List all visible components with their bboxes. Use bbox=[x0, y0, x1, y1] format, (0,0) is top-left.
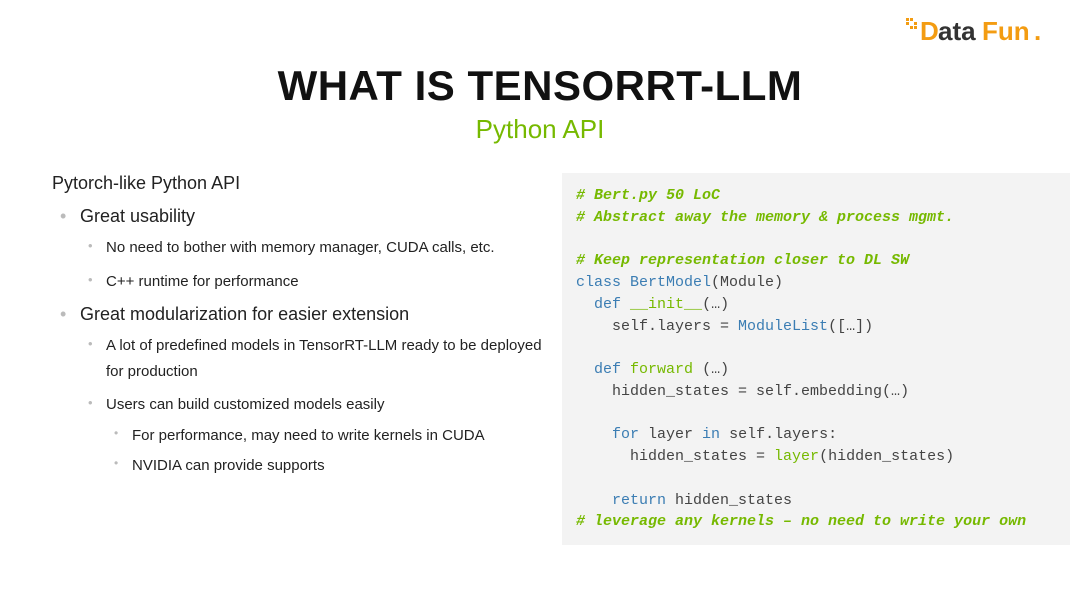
code-text: ([…]) bbox=[828, 318, 873, 335]
code-text: (Module) bbox=[711, 274, 783, 291]
code-comment: # Bert.py 50 LoC bbox=[576, 187, 720, 204]
slide-title: WHAT IS TENSORRT-LLM bbox=[0, 62, 1080, 110]
slide-subtitle: Python API bbox=[0, 114, 1080, 145]
svg-text:.: . bbox=[1034, 16, 1041, 46]
bullet-text: Great modularization for easier extensio… bbox=[80, 304, 409, 324]
bullet-text: Great usability bbox=[80, 206, 195, 226]
body: Pytorch-like Python API Great usability … bbox=[0, 145, 1080, 545]
bullet-lvl2: A lot of predefined models in TensorRT-L… bbox=[80, 333, 544, 384]
svg-text:D: D bbox=[920, 16, 939, 46]
code-keyword: for bbox=[612, 426, 639, 443]
bullet-text: No need to bother with memory manager, C… bbox=[106, 239, 495, 256]
code-keyword: in bbox=[702, 426, 720, 443]
bullet-lvl2: No need to bother with memory manager, C… bbox=[80, 235, 544, 261]
logo-datafun: D ata Fun . bbox=[906, 14, 1056, 48]
bullet-text: A lot of predefined models in TensorRT-L… bbox=[106, 337, 542, 380]
code-text: (hidden_states) bbox=[819, 448, 954, 465]
svg-text:ata: ata bbox=[938, 16, 976, 46]
code-text: (…) bbox=[702, 296, 729, 313]
code-text: self.layers: bbox=[720, 426, 837, 443]
code-comment: # Abstract away the memory & process mgm… bbox=[576, 209, 954, 226]
code-keyword: return bbox=[612, 492, 666, 509]
slide: D ata Fun . WHAT IS TENSORRT-LLM Python … bbox=[0, 0, 1080, 608]
code-fn: __init__ bbox=[630, 296, 702, 313]
bullet-text: For performance, may need to write kerne… bbox=[132, 427, 485, 444]
code-keyword: class bbox=[576, 274, 621, 291]
left-column: Pytorch-like Python API Great usability … bbox=[52, 173, 544, 488]
code-text: hidden_states bbox=[666, 492, 792, 509]
bullet-list: Great usability No need to bother with m… bbox=[52, 206, 544, 478]
bullet-lvl2: C++ runtime for performance bbox=[80, 269, 544, 295]
code-keyword: def bbox=[594, 361, 621, 378]
svg-text:Fun: Fun bbox=[982, 16, 1030, 46]
intro-line: Pytorch-like Python API bbox=[52, 173, 544, 194]
code-fn: forward bbox=[630, 361, 693, 378]
right-column: # Bert.py 50 LoC # Abstract away the mem… bbox=[562, 173, 1070, 545]
bullet-lvl1: Great modularization for easier extensio… bbox=[52, 304, 544, 478]
bullet-lvl3: For performance, may need to write kerne… bbox=[106, 424, 544, 448]
bullet-lvl1: Great usability No need to bother with m… bbox=[52, 206, 544, 294]
code-fn: layer bbox=[774, 448, 819, 465]
code-class: BertModel bbox=[630, 274, 711, 291]
code-text: hidden_states = self.embedding(…) bbox=[612, 383, 909, 400]
code-comment: # Keep representation closer to DL SW bbox=[576, 252, 909, 269]
code-class: ModuleList bbox=[738, 318, 828, 335]
bullet-text: NVIDIA can provide supports bbox=[132, 457, 325, 474]
bullet-text: C++ runtime for performance bbox=[106, 273, 299, 290]
code-text: (…) bbox=[693, 361, 729, 378]
bullet-lvl3: NVIDIA can provide supports bbox=[106, 454, 544, 478]
code-block: # Bert.py 50 LoC # Abstract away the mem… bbox=[562, 173, 1070, 545]
code-text: self.layers = bbox=[612, 318, 738, 335]
code-text: layer bbox=[639, 426, 702, 443]
code-text: hidden_states = bbox=[630, 448, 774, 465]
code-keyword: def bbox=[594, 296, 621, 313]
bullet-text: Users can build customized models easily bbox=[106, 396, 384, 413]
bullet-lvl2: Users can build customized models easily… bbox=[80, 392, 544, 478]
code-comment: # leverage any kernels – no need to writ… bbox=[576, 513, 1026, 530]
